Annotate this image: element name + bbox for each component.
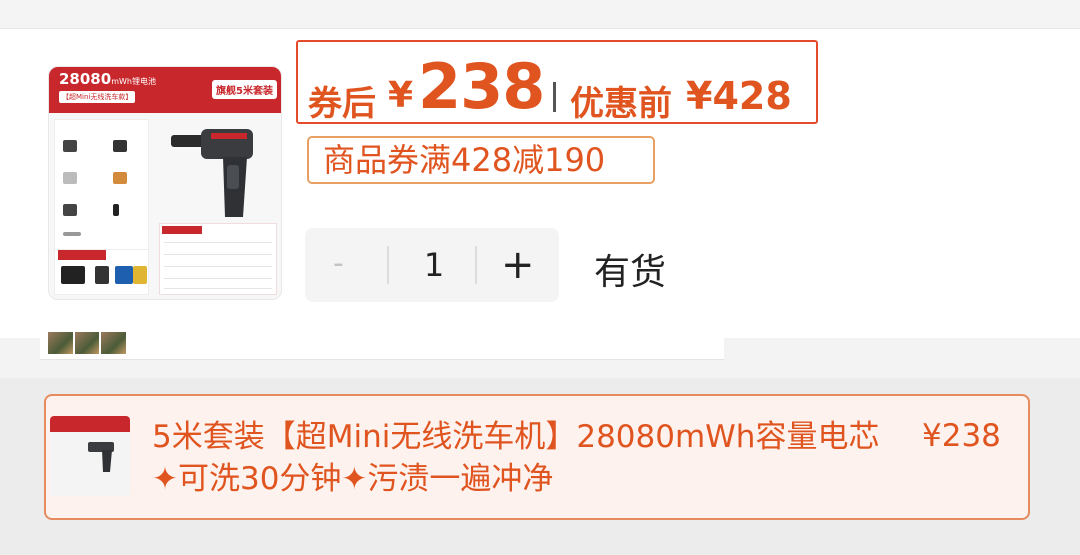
increase-quantity-button[interactable]: + [501,242,535,288]
image-subtitle: 【超Mini无线洗车款】 [59,91,136,103]
quantity-value[interactable]: 1 [415,246,453,284]
image-flag-badge: 旗舰5米套装 [212,80,277,99]
before-discount-label: 优惠前 [570,84,672,124]
spec-panel [159,223,277,295]
accessories-panel [54,119,149,259]
top-strip [0,0,1080,28]
car-washer-gun-icon [88,442,114,472]
image-capacity: 28080 [59,70,112,88]
stock-status: 有货 [594,252,667,293]
currency-symbol: ¥ [388,75,414,116]
quantity-stepper: - 1 + [305,228,559,302]
car-washer-gun-icon [171,129,253,217]
variant-price: ¥238 [922,418,1001,454]
selected-variant-option[interactable]: 5米套装【超Mini无线洗车机】28080mWh容量电芯✦可洗30分钟✦污渍一遍… [44,394,1030,520]
decrease-quantity-button[interactable]: - [333,246,344,281]
stepper-divider [475,246,477,284]
wash-kit-panel [54,249,149,295]
variant-thumbnail [50,416,130,496]
coupon-badge[interactable]: 商品券满428减190 [307,136,655,184]
before-discount-price: ¥428 [686,74,792,118]
underlying-thumbnails [48,332,127,354]
variant-title: 5米套装【超Mini无线洗车机】28080mWh容量电芯✦可洗30分钟✦污渍一遍… [152,419,880,497]
image-header: 28080mWh锂电池 【超Mini无线洗车款】 旗舰5米套装 [49,67,281,113]
price-divider [553,82,556,112]
image-capacity-unit: mWh锂电池 [111,77,156,86]
underlying-card [40,328,724,360]
price-box: 券后 ¥ 238 优惠前 ¥428 [296,40,818,124]
after-coupon-label: 券后 [308,84,376,124]
stepper-divider [387,246,389,284]
product-image[interactable]: 28080mWh锂电池 【超Mini无线洗车款】 旗舰5米套装 [48,66,282,300]
after-coupon-price: 238 [418,50,545,123]
